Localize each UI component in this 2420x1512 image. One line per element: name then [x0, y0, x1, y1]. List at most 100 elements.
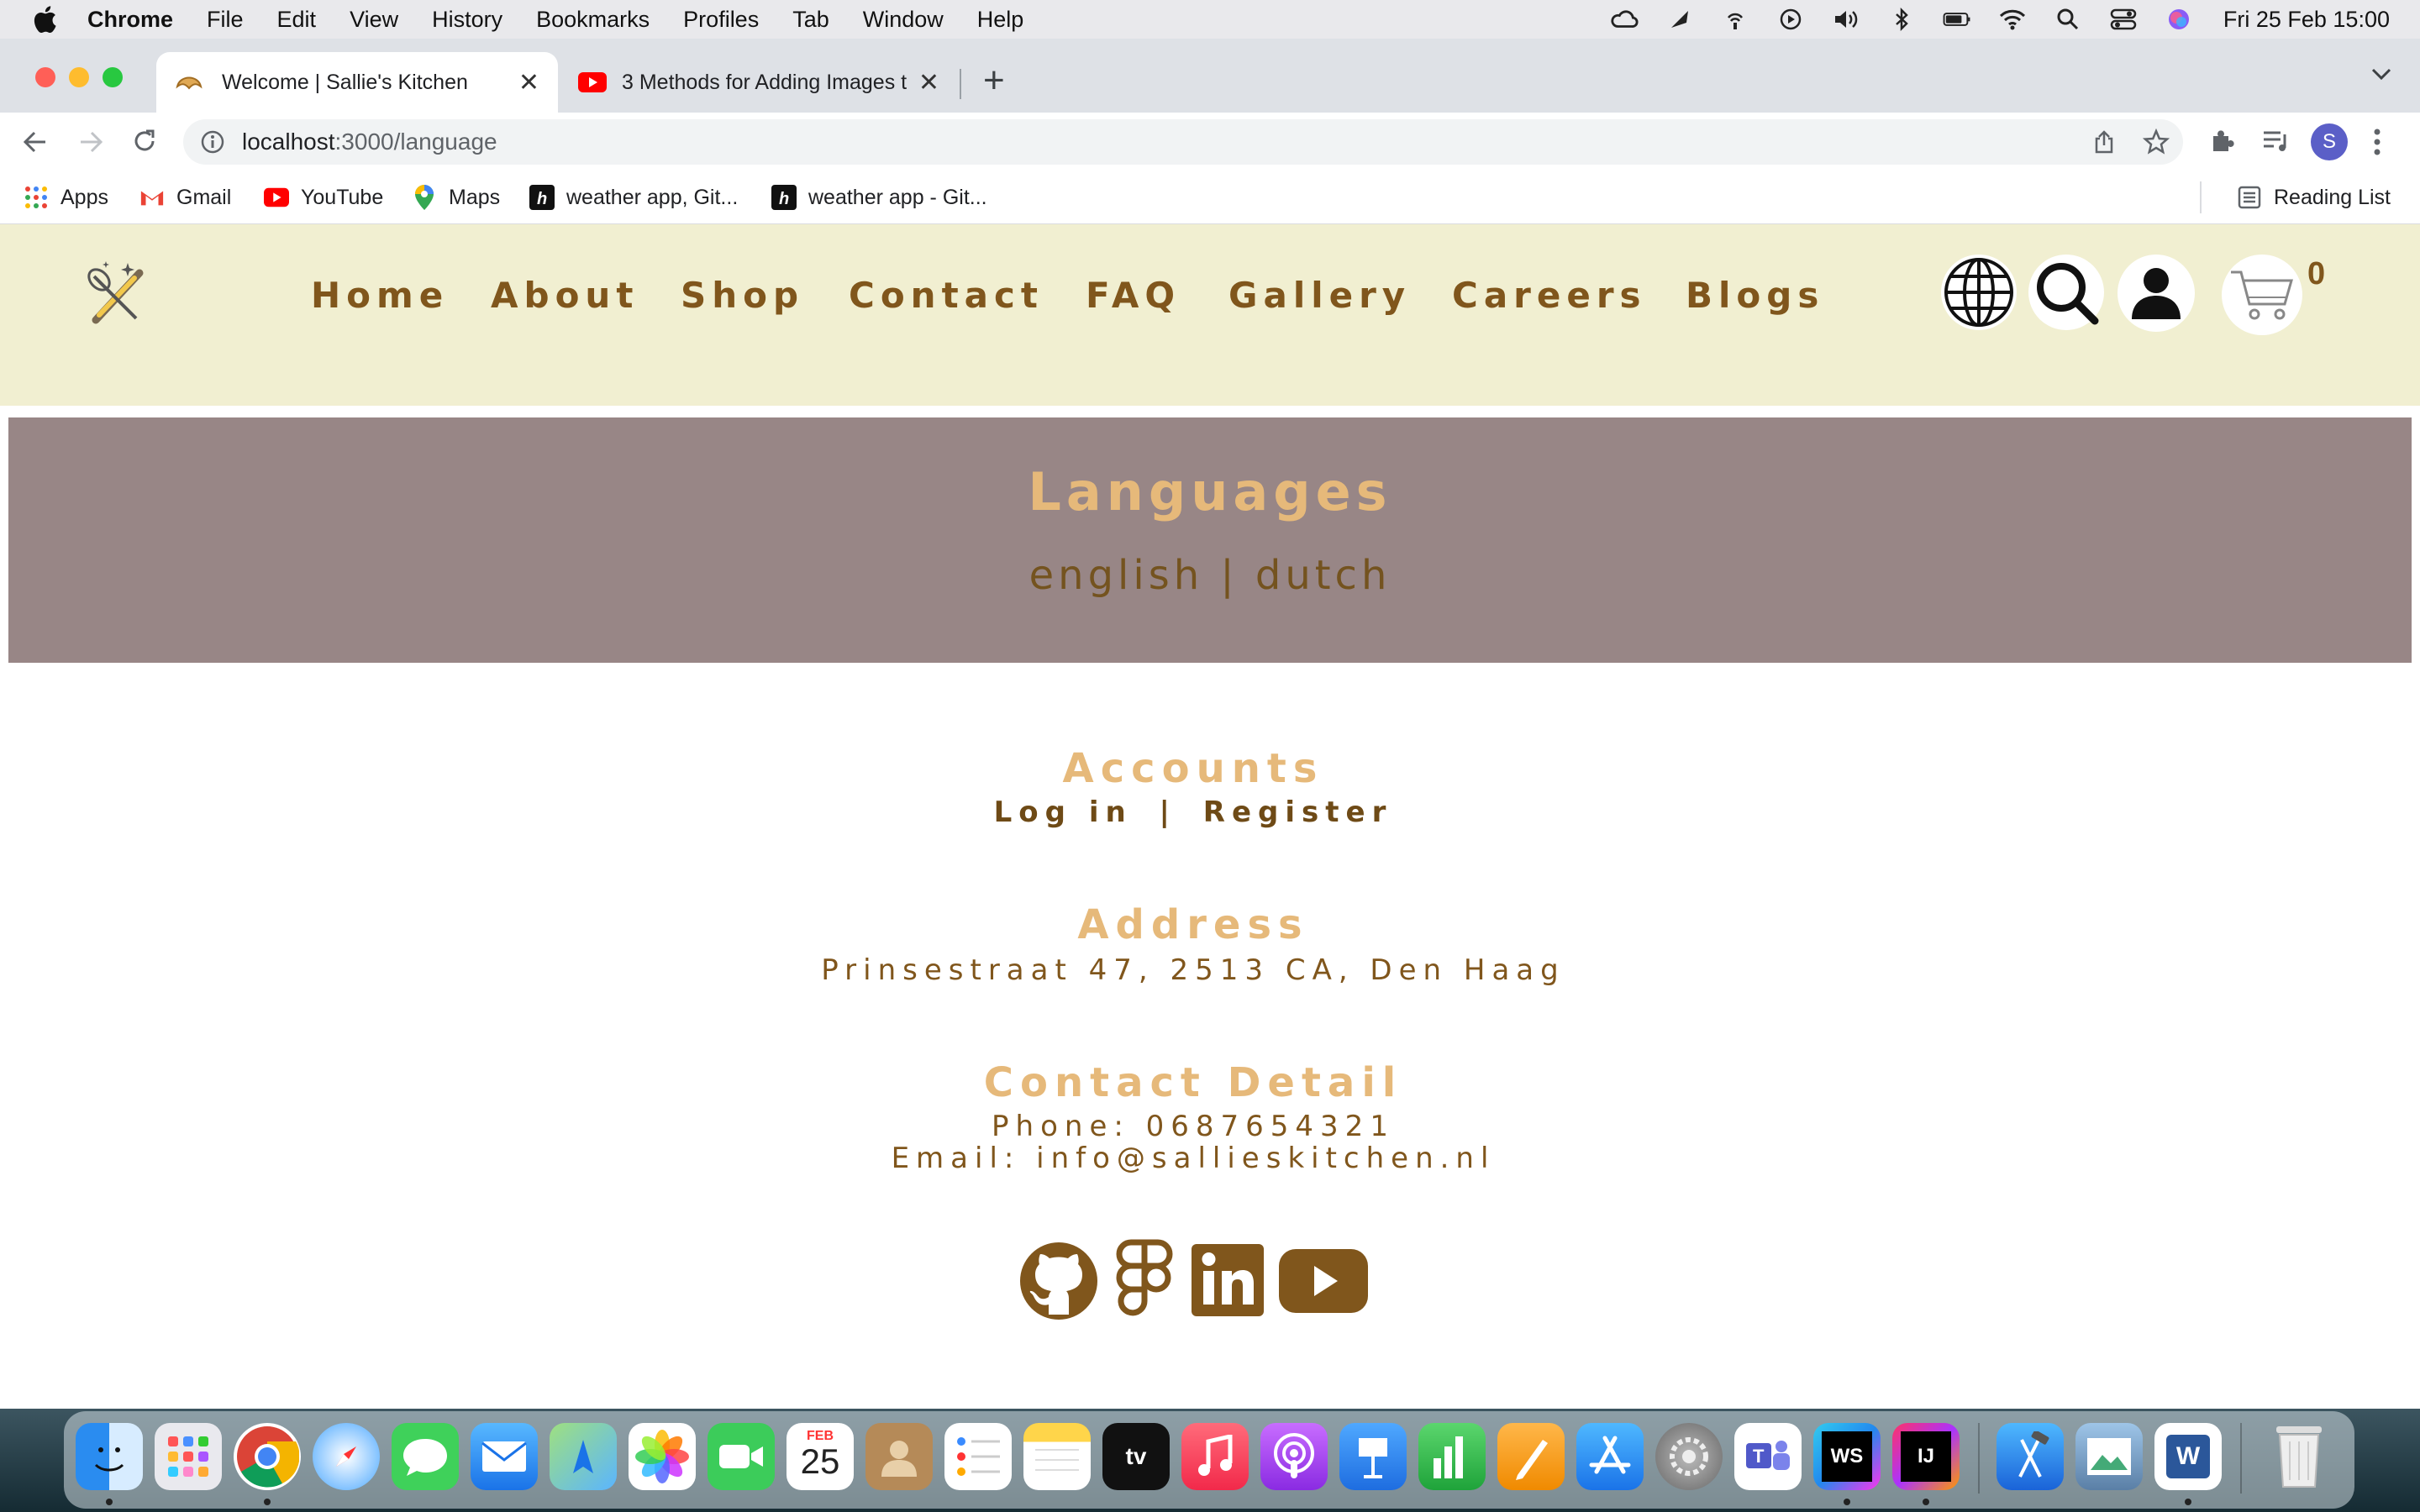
menu-clock[interactable]: Fri 25 Feb 15:00	[2223, 7, 2390, 33]
preview-icon[interactable]	[2075, 1423, 2143, 1490]
reminders-icon[interactable]	[944, 1423, 1012, 1490]
wifi-icon[interactable]	[1998, 8, 2027, 31]
menu-file[interactable]: File	[207, 7, 244, 33]
menu-view[interactable]: View	[350, 7, 398, 33]
launchpad-icon[interactable]	[155, 1423, 222, 1490]
new-tab-button[interactable]: +	[983, 62, 1005, 99]
bookmark-weather-app-github[interactable]: h weather app, Git...	[529, 183, 738, 212]
sallies-kitchen-logo-icon[interactable]	[81, 255, 156, 334]
facetime-icon[interactable]	[708, 1423, 775, 1490]
figma-icon[interactable]	[1114, 1239, 1175, 1323]
bookmark-maps[interactable]: Maps	[412, 183, 500, 212]
music-icon[interactable]	[1181, 1423, 1249, 1490]
user-account-icon[interactable]	[2118, 255, 2195, 332]
youtube-icon	[264, 185, 289, 210]
battery-icon[interactable]	[1943, 8, 1971, 31]
siri-icon[interactable]	[2165, 8, 2193, 31]
menu-history[interactable]: History	[432, 7, 502, 33]
window-zoom-button[interactable]	[103, 67, 123, 87]
address-bar[interactable]: localhost:3000/language	[183, 119, 2183, 165]
forward-icon[interactable]	[77, 129, 104, 159]
bluetooth-icon[interactable]	[1887, 8, 1916, 31]
apple-logo-icon[interactable]	[32, 5, 57, 34]
word-icon[interactable]: W	[2154, 1423, 2222, 1490]
chrome-menu-icon[interactable]	[2373, 128, 2381, 160]
finder-icon[interactable]	[76, 1423, 143, 1490]
nav-gallery[interactable]: Gallery	[1228, 275, 1411, 316]
calendar-icon[interactable]: FEB 25	[786, 1423, 854, 1490]
apple-tv-icon[interactable]: tv	[1102, 1423, 1170, 1490]
window-close-button[interactable]	[35, 67, 55, 87]
profile-avatar[interactable]: S	[2311, 123, 2348, 160]
control-center-icon[interactable]	[2109, 8, 2138, 31]
system-preferences-icon[interactable]	[1655, 1423, 1723, 1490]
deploy-arrow-icon[interactable]	[1665, 8, 1694, 31]
tab-search-chevron-icon[interactable]	[2370, 66, 2393, 87]
login-link[interactable]: Log in	[994, 795, 1133, 829]
photos-icon[interactable]	[629, 1423, 696, 1490]
language-globe-icon[interactable]	[1941, 255, 2017, 330]
language-dutch-link[interactable]: dutch	[1255, 552, 1392, 599]
nav-careers[interactable]: Careers	[1452, 275, 1647, 316]
teams-icon[interactable]: T	[1734, 1423, 1802, 1490]
youtube-icon[interactable]	[1279, 1249, 1368, 1313]
linkedin-icon[interactable]	[1192, 1244, 1264, 1316]
messages-icon[interactable]	[392, 1423, 459, 1490]
bookmark-weather-app-git[interactable]: h weather app - Git...	[771, 183, 987, 212]
register-link[interactable]: Register	[1203, 795, 1393, 829]
share-icon[interactable]	[2092, 129, 2116, 160]
shopping-cart-icon[interactable]	[2222, 255, 2302, 335]
language-english-link[interactable]: english	[1029, 552, 1204, 599]
back-icon[interactable]	[22, 129, 49, 159]
chrome-icon[interactable]	[234, 1423, 301, 1490]
webstorm-icon[interactable]: WS	[1813, 1423, 1881, 1490]
tab-close-icon[interactable]: ✕	[918, 68, 939, 97]
play-circle-icon[interactable]	[1776, 8, 1805, 31]
bookmark-star-icon[interactable]	[2142, 128, 2170, 161]
nav-blogs[interactable]: Blogs	[1686, 275, 1824, 316]
network-sync-icon[interactable]	[1721, 8, 1749, 31]
spotlight-search-icon[interactable]	[2054, 8, 2082, 31]
contacts-icon[interactable]	[865, 1423, 933, 1490]
safari-icon[interactable]	[313, 1423, 380, 1490]
nav-shop[interactable]: Shop	[681, 275, 804, 316]
intellij-idea-icon[interactable]: IJ	[1892, 1423, 1960, 1490]
bookmark-apps[interactable]: Apps	[24, 183, 108, 212]
numbers-icon[interactable]	[1418, 1423, 1486, 1490]
menu-app-name[interactable]: Chrome	[87, 7, 173, 33]
menu-bookmarks[interactable]: Bookmarks	[536, 7, 650, 33]
pages-icon[interactable]	[1497, 1423, 1565, 1490]
window-minimize-button[interactable]	[69, 67, 89, 87]
menu-tab[interactable]: Tab	[792, 7, 829, 33]
github-icon[interactable]	[1018, 1241, 1099, 1321]
notes-icon[interactable]	[1023, 1423, 1091, 1490]
site-info-icon[interactable]	[200, 129, 225, 155]
bookmark-gmail[interactable]: Gmail	[139, 183, 231, 212]
reading-list-button[interactable]: Reading List	[2237, 183, 2391, 212]
xcode-icon[interactable]	[1996, 1423, 2064, 1490]
volume-icon[interactable]	[1832, 8, 1860, 31]
trash-icon[interactable]	[2265, 1423, 2333, 1490]
nav-home[interactable]: Home	[311, 275, 449, 316]
tab-close-icon[interactable]: ✕	[518, 68, 539, 97]
extensions-puzzle-icon[interactable]	[2208, 128, 2235, 159]
keynote-icon[interactable]	[1339, 1423, 1407, 1490]
nav-contact[interactable]: Contact	[849, 275, 1044, 316]
creative-cloud-icon[interactable]	[1610, 8, 1639, 31]
nav-faq[interactable]: FAQ	[1086, 275, 1181, 316]
app-store-icon[interactable]	[1576, 1423, 1644, 1490]
maps-icon[interactable]	[550, 1423, 617, 1490]
reload-icon[interactable]	[131, 128, 158, 159]
tab-sallies-kitchen[interactable]: Welcome | Sallie's Kitchen ✕	[156, 52, 558, 113]
menu-profiles[interactable]: Profiles	[683, 7, 759, 33]
menu-window[interactable]: Window	[863, 7, 944, 33]
menu-help[interactable]: Help	[977, 7, 1024, 33]
mail-icon[interactable]	[471, 1423, 538, 1490]
media-queue-icon[interactable]	[2262, 129, 2291, 157]
nav-about[interactable]: About	[491, 275, 639, 316]
search-icon[interactable]	[2028, 255, 2104, 330]
tab-youtube-video[interactable]: 3 Methods for Adding Images t ✕	[563, 52, 958, 113]
menu-edit[interactable]: Edit	[277, 7, 317, 33]
bookmark-youtube[interactable]: YouTube	[264, 183, 383, 212]
podcasts-icon[interactable]	[1260, 1423, 1328, 1490]
